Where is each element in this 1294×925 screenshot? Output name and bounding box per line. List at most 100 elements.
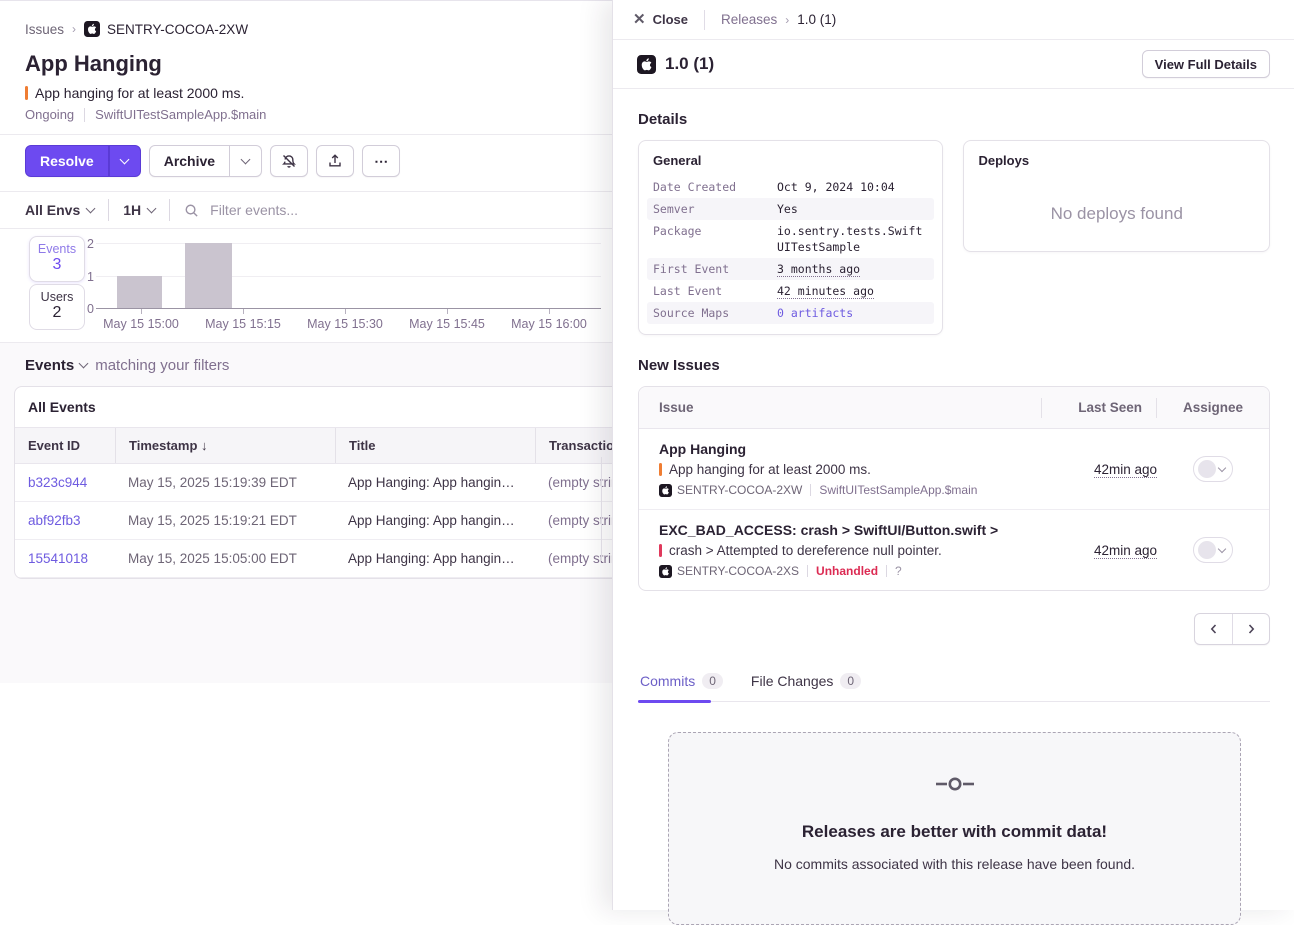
issue-message: crash > Attempted to dereference null po…: [669, 543, 942, 558]
more-actions-button[interactable]: ⋯: [362, 145, 400, 177]
mute-button[interactable]: [270, 145, 308, 177]
tab-label: Commits: [640, 673, 695, 689]
tab-commits[interactable]: Commits 0: [638, 667, 725, 701]
tab-file-changes[interactable]: File Changes 0: [749, 667, 863, 701]
kv-value: Yes: [777, 201, 798, 217]
issue-title-link[interactable]: EXC_BAD_ACCESS: crash > SwiftUI/Button.s…: [659, 522, 1057, 538]
column-header-transaction[interactable]: Transaction: [535, 428, 612, 463]
close-drawer-button[interactable]: ✕ Close: [633, 12, 688, 27]
apple-platform-icon: [637, 55, 656, 74]
event-title: App Hanging: App hangin…: [335, 502, 535, 539]
column-header-event-id[interactable]: Event ID: [15, 428, 115, 463]
events-chart-section: Events 3 Users 2 012 May 15 15:00May 15 …: [0, 229, 612, 343]
event-id-link[interactable]: b323c944: [28, 475, 87, 490]
resolve-dropdown-button[interactable]: [109, 145, 141, 177]
kv-value: Oct 9, 2024 10:04: [777, 179, 895, 195]
resolve-button[interactable]: Resolve: [25, 145, 109, 177]
level-indicator-orange: [25, 86, 28, 100]
assignee-dropdown[interactable]: [1193, 537, 1233, 563]
x-axis-tick: [549, 309, 550, 314]
x-axis-tick: [345, 309, 346, 314]
column-header-timestamp[interactable]: Timestamp ↓: [115, 428, 335, 463]
issue-message: App hanging for at least 2000 ms.: [35, 85, 244, 101]
events-table-header: Event ID Timestamp ↓ Title Transaction: [15, 427, 612, 464]
column-header-issue: Issue: [639, 400, 1027, 415]
git-commit-icon: [935, 775, 975, 793]
unhandled-tag: Unhandled: [816, 564, 878, 578]
x-axis-tick-label: May 15 15:45: [409, 317, 485, 331]
divider: [807, 565, 808, 577]
bell-slash-icon: [281, 153, 297, 169]
new-issues-table: Issue Last Seen Assignee App Hanging App…: [638, 386, 1270, 591]
x-axis-tick-label: May 15 15:30: [307, 317, 383, 331]
pagination-next-button[interactable]: [1232, 614, 1269, 644]
divider: [108, 199, 109, 221]
table-row: abf92fb3 May 15, 2025 15:19:21 EDT App H…: [15, 502, 612, 540]
issue-context: SwiftUITestSampleApp.$main: [95, 107, 266, 122]
event-id-link[interactable]: 15541018: [28, 551, 88, 566]
breadcrumb-releases-link[interactable]: Releases: [721, 12, 777, 27]
tab-count-badge: 0: [840, 673, 861, 689]
event-timestamp: May 15, 2025 15:05:00 EDT: [115, 540, 335, 577]
events-list-section: Events matching your filters All Events …: [0, 343, 612, 683]
event-id-link[interactable]: abf92fb3: [28, 513, 81, 528]
event-title: App Hanging: App hangin…: [335, 464, 535, 501]
chevron-down-icon: [79, 359, 89, 369]
assignee-dropdown[interactable]: [1193, 456, 1233, 482]
x-axis-tick: [141, 309, 142, 314]
events-chart-plot: 012: [96, 244, 601, 309]
environment-selector[interactable]: All Envs: [25, 202, 94, 218]
event-title: App Hanging: App hangin…: [335, 540, 535, 577]
issue-title-link[interactable]: App Hanging: [659, 441, 1057, 457]
view-full-details-button[interactable]: View Full Details: [1142, 50, 1270, 78]
archive-split-button: Archive: [149, 145, 262, 177]
kv-key: Semver: [653, 201, 777, 217]
x-axis-tick: [243, 309, 244, 314]
chevron-down-icon: [241, 154, 251, 164]
page-title: App Hanging: [25, 51, 612, 77]
archive-button[interactable]: Archive: [149, 145, 230, 177]
general-row: Source Maps 0 artifacts: [647, 302, 934, 324]
source-maps-link[interactable]: 0 artifacts: [777, 306, 853, 320]
details-heading: Details: [638, 111, 1270, 128]
apple-platform-icon: [84, 21, 100, 37]
column-header-title[interactable]: Title: [335, 428, 535, 463]
chart-bar: [117, 276, 162, 309]
upload-icon: [327, 153, 343, 169]
period-selector-label: 1H: [123, 202, 141, 218]
apple-platform-icon: [659, 565, 672, 578]
chevron-down-icon: [86, 203, 96, 213]
release-details-drawer: ✕ Close Releases › 1.0 (1) 1.0 (1) View …: [612, 0, 1294, 910]
tab-label: File Changes: [751, 673, 834, 689]
commits-empty-subtitle: No commits associated with this release …: [699, 856, 1210, 872]
pagination-prev-button[interactable]: [1195, 614, 1232, 644]
resolve-split-button: Resolve: [25, 145, 141, 177]
section-divider: [601, 457, 602, 561]
ellipsis-icon: ⋯: [374, 153, 388, 170]
breadcrumb-issues-link[interactable]: Issues: [25, 22, 64, 37]
period-selector[interactable]: 1H: [123, 202, 155, 218]
issue-header: Issues › SENTRY-COCOA-2XW App Hanging Ap…: [0, 1, 612, 135]
y-axis-tick-label: 0: [64, 302, 94, 316]
share-button[interactable]: [316, 145, 354, 177]
new-issues-heading: New Issues: [638, 357, 1270, 374]
breadcrumb-project: SENTRY-COCOA-2XW: [84, 21, 248, 37]
issue-project-slug: SENTRY-COCOA-2XW: [677, 483, 802, 497]
filter-bar: All Envs 1H: [0, 191, 612, 229]
column-header-assignee: Assignee: [1157, 400, 1269, 415]
kv-value: io.sentry.tests.SwiftUITestSample: [777, 223, 928, 255]
filter-events-input[interactable]: [208, 201, 508, 219]
general-row: Semver Yes: [647, 198, 934, 220]
divider: [84, 108, 85, 122]
events-type-selector[interactable]: Events: [25, 357, 87, 374]
environment-selector-label: All Envs: [25, 202, 80, 218]
events-heading-label: Events: [25, 357, 74, 374]
kv-key: Source Maps: [653, 305, 777, 321]
archive-dropdown-button[interactable]: [230, 145, 262, 177]
all-events-card: All Events Event ID Timestamp ↓ Title Tr…: [14, 386, 612, 579]
avatar: [1198, 541, 1216, 559]
kv-key: Last Event: [653, 283, 777, 299]
release-titlebar: 1.0 (1) View Full Details: [613, 40, 1294, 89]
question-mark-icon: ?: [895, 564, 902, 578]
column-header-last-seen: Last Seen: [1042, 400, 1142, 415]
